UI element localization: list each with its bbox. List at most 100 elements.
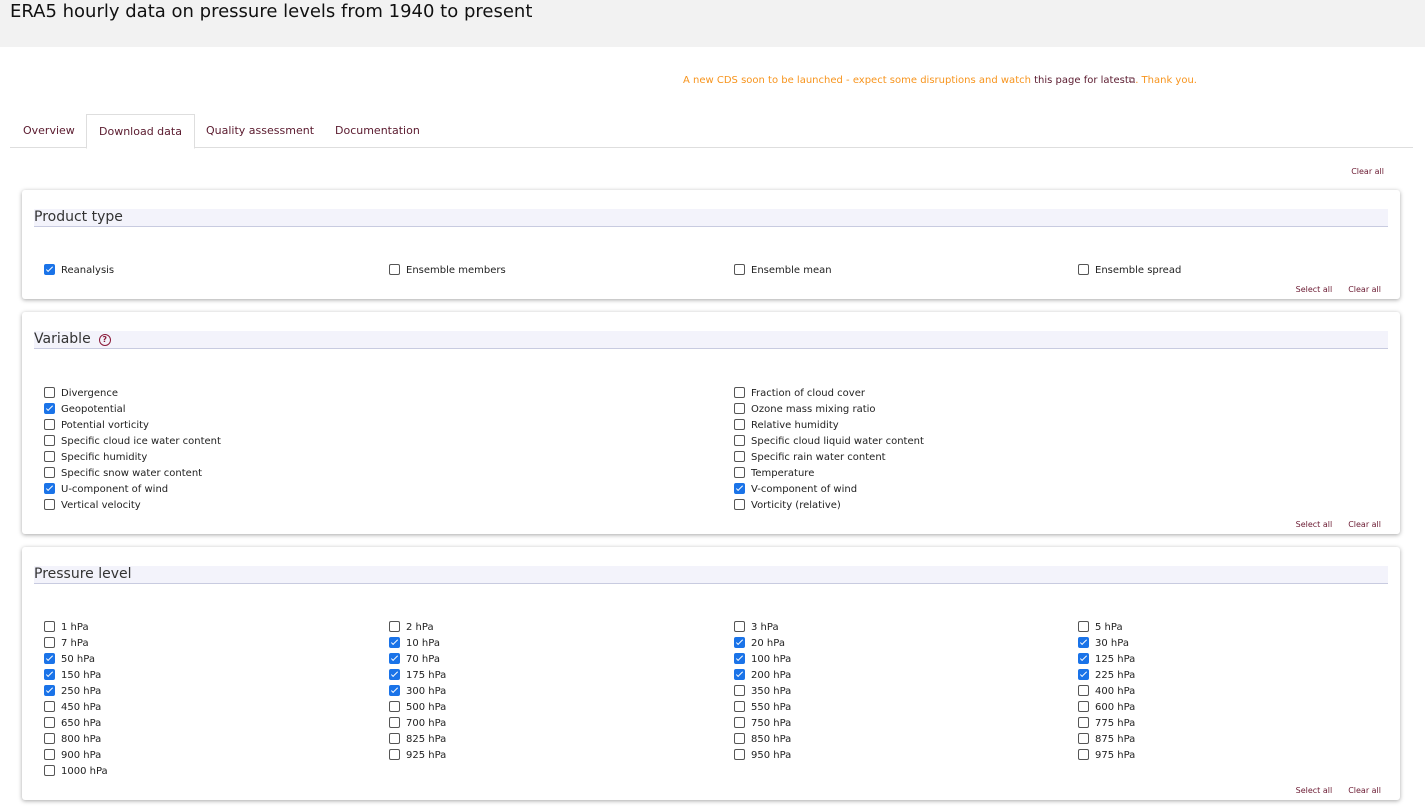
checkbox-unchecked[interactable] [734,387,745,398]
pressure-level-option[interactable]: 5 hPa [1078,621,1123,635]
variable-option[interactable]: Specific humidity [44,451,147,465]
latest-news-link[interactable]: this page for latest [1034,75,1129,86]
tab-overview[interactable]: Overview [23,114,75,147]
pressure-level-option[interactable]: 175 hPa [389,669,446,683]
help-circle-icon[interactable]: ? [98,334,111,346]
pressure-level-option[interactable]: 7 hPa [44,637,89,651]
checkbox-checked[interactable] [389,653,400,664]
variable-option[interactable]: Ozone mass mixing ratio [734,403,876,417]
variable-option[interactable]: Vorticity (relative) [734,499,841,513]
pressure-level-option[interactable]: 3 hPa [734,621,779,635]
checkbox-unchecked[interactable] [44,749,55,760]
tab-quality-assessment[interactable]: Quality assessment [206,114,314,147]
pressure-level-option[interactable]: 850 hPa [734,733,791,747]
checkbox-checked[interactable] [389,685,400,696]
pressure-level-option[interactable]: 500 hPa [389,701,446,715]
checkbox-unchecked[interactable] [1078,749,1089,760]
checkbox-unchecked[interactable] [389,701,400,712]
checkbox-checked[interactable] [734,483,745,494]
pressure-level-option[interactable]: 100 hPa [734,653,791,667]
pressure-level-option[interactable]: 10 hPa [389,637,440,651]
pressure-level-option[interactable]: 1 hPa [44,621,89,635]
checkbox-unchecked[interactable] [1078,717,1089,728]
checkbox-unchecked[interactable] [734,467,745,478]
checkbox-unchecked[interactable] [734,717,745,728]
pressure-level-option[interactable]: 550 hPa [734,701,791,715]
checkbox-unchecked[interactable] [734,403,745,414]
pressure-level-option[interactable]: 975 hPa [1078,749,1135,763]
pressure-level-option[interactable]: 800 hPa [44,733,101,747]
checkbox-unchecked[interactable] [734,435,745,446]
checkbox-unchecked[interactable] [1078,685,1089,696]
product-type-select-all[interactable]: Select all [1296,285,1333,294]
variable-option[interactable]: Specific rain water content [734,451,886,465]
tab-documentation[interactable]: Documentation [335,114,420,147]
product-type-clear-all[interactable]: Clear all [1348,285,1381,294]
product-type-option[interactable]: Ensemble mean [734,264,832,278]
checkbox-unchecked[interactable] [1078,733,1089,744]
pressure-level-option[interactable]: 900 hPa [44,749,101,763]
checkbox-unchecked[interactable] [734,451,745,462]
pressure-level-option[interactable]: 125 hPa [1078,653,1135,667]
checkbox-checked[interactable] [44,483,55,494]
checkbox-checked[interactable] [44,685,55,696]
pressure-level-option[interactable]: 450 hPa [44,701,101,715]
pressure-level-option[interactable]: 950 hPa [734,749,791,763]
checkbox-unchecked[interactable] [389,264,400,275]
checkbox-unchecked[interactable] [734,685,745,696]
checkbox-checked[interactable] [734,637,745,648]
variable-option[interactable]: Specific cloud ice water content [44,435,221,449]
checkbox-unchecked[interactable] [44,765,55,776]
variable-option[interactable]: Vertical velocity [44,499,141,513]
checkbox-unchecked[interactable] [44,621,55,632]
checkbox-unchecked[interactable] [44,419,55,430]
pressure-level-option[interactable]: 600 hPa [1078,701,1135,715]
variable-clear-all[interactable]: Clear all [1348,520,1381,529]
pressure-level-clear-all[interactable]: Clear all [1348,786,1381,795]
checkbox-unchecked[interactable] [44,717,55,728]
variable-option[interactable]: Specific cloud liquid water content [734,435,924,449]
pressure-level-option[interactable]: 70 hPa [389,653,440,667]
checkbox-unchecked[interactable] [389,733,400,744]
checkbox-unchecked[interactable] [44,499,55,510]
pressure-level-option[interactable]: 150 hPa [44,669,101,683]
checkbox-unchecked[interactable] [734,264,745,275]
checkbox-unchecked[interactable] [1078,621,1089,632]
pressure-level-option[interactable]: 30 hPa [1078,637,1129,651]
checkbox-unchecked[interactable] [44,467,55,478]
pressure-level-option[interactable]: 50 hPa [44,653,95,667]
pressure-level-option[interactable]: 925 hPa [389,749,446,763]
checkbox-unchecked[interactable] [44,451,55,462]
checkbox-checked[interactable] [44,669,55,680]
checkbox-unchecked[interactable] [44,637,55,648]
variable-option[interactable]: Relative humidity [734,419,839,433]
pressure-level-option[interactable]: 825 hPa [389,733,446,747]
checkbox-unchecked[interactable] [734,499,745,510]
variable-option[interactable]: U-component of wind [44,483,168,497]
pressure-level-option[interactable]: 875 hPa [1078,733,1135,747]
pressure-level-option[interactable]: 775 hPa [1078,717,1135,731]
pressure-level-option[interactable]: 700 hPa [389,717,446,731]
checkbox-unchecked[interactable] [44,387,55,398]
checkbox-unchecked[interactable] [389,717,400,728]
clear-all-button[interactable]: Clear all [1351,167,1384,176]
checkbox-unchecked[interactable] [1078,264,1089,275]
pressure-level-option[interactable]: 20 hPa [734,637,785,651]
pressure-level-option[interactable]: 650 hPa [44,717,101,731]
pressure-level-option[interactable]: 350 hPa [734,685,791,699]
checkbox-unchecked[interactable] [734,701,745,712]
checkbox-checked[interactable] [734,669,745,680]
checkbox-checked[interactable] [1078,653,1089,664]
variable-option[interactable]: Potential vorticity [44,419,149,433]
checkbox-checked[interactable] [734,653,745,664]
pressure-level-option[interactable]: 2 hPa [389,621,434,635]
product-type-option[interactable]: Ensemble members [389,264,506,278]
checkbox-checked[interactable] [44,264,55,275]
checkbox-unchecked[interactable] [734,749,745,760]
checkbox-unchecked[interactable] [389,621,400,632]
checkbox-checked[interactable] [389,669,400,680]
checkbox-unchecked[interactable] [44,435,55,446]
checkbox-unchecked[interactable] [44,733,55,744]
checkbox-checked[interactable] [1078,637,1089,648]
variable-option[interactable]: Fraction of cloud cover [734,387,865,401]
